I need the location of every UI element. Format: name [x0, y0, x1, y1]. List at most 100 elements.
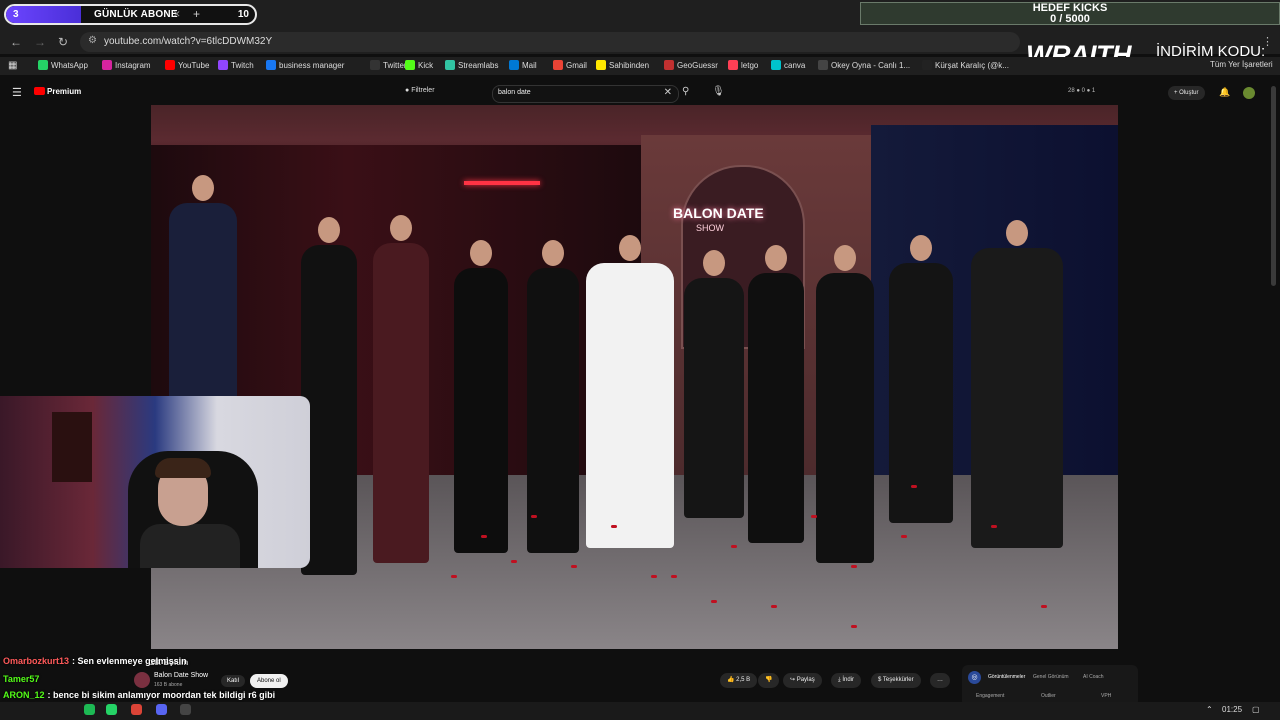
bookmarks-bar: ▦ WhatsApp Instagram YouTube Twitch business…: [0, 57, 1280, 75]
video-rose-petal: [901, 535, 907, 538]
settings-gear-icon[interactable]: [180, 704, 191, 715]
microphone-icon[interactable]: 🎙: [712, 86, 725, 97]
channel-avatar[interactable]: [134, 672, 150, 688]
more-actions-button[interactable]: …: [930, 673, 950, 688]
spotify-icon[interactable]: [84, 704, 95, 715]
video-rose-petal: [911, 485, 917, 488]
channel-name[interactable]: Balon Date Show: [154, 672, 208, 679]
account-avatar[interactable]: [1243, 87, 1255, 99]
video-person-head: [470, 240, 492, 266]
ext-col-outlier: Outlier: [1041, 693, 1056, 699]
bookmark-mail[interactable]: Mail: [509, 60, 537, 70]
bookmark-twitter[interactable]: Twitter: [370, 60, 407, 70]
chat-text: bence bi sikim anlamıyor moordan tek bil…: [53, 690, 276, 700]
search-icon[interactable]: ⚲: [682, 86, 689, 97]
youtube-premium-logo[interactable]: Premium: [34, 87, 81, 96]
like-button[interactable]: 👍 2,5 B: [720, 673, 758, 688]
bookmark-label: business manager: [279, 61, 345, 70]
chat-username[interactable]: Tamer57: [3, 674, 39, 684]
back-arrow-icon[interactable]: ←: [10, 35, 22, 49]
meta-icon: [266, 60, 276, 70]
bookmark-label: Kick: [418, 61, 434, 70]
bookmark-label: Sahibinden: [609, 61, 650, 70]
bookmark-label: letgo: [741, 61, 759, 70]
download-label: İndir: [842, 677, 854, 683]
video-person-body: [586, 263, 674, 548]
search-input[interactable]: balon date ✕: [492, 85, 679, 103]
bookmark-label: YouTube: [178, 61, 210, 70]
bookmark-youtube[interactable]: YouTube: [165, 60, 209, 70]
bookmark-letgo[interactable]: letgo: [728, 60, 758, 70]
thanks-button[interactable]: $ Teşekkürler: [871, 673, 921, 688]
bookmark-label: Twitch: [231, 61, 254, 70]
youtube-icon: [165, 60, 175, 70]
notifications-tray-icon[interactable]: ▢: [1252, 705, 1260, 714]
bookmark-gmail[interactable]: Gmail: [553, 60, 587, 70]
bookmark-label: Gmail: [566, 61, 587, 70]
tray-chevron-icon[interactable]: ⌃: [1206, 705, 1213, 714]
notifications-bell-icon[interactable]: 🔔: [1219, 87, 1230, 98]
bookmark-business-manager[interactable]: business manager: [266, 60, 344, 70]
channel-subscribers: 163 B abone: [154, 682, 183, 688]
ext-col-engagement: Engagement: [976, 693, 1005, 699]
bookmark-sahibinden[interactable]: Sahibinden: [596, 60, 649, 70]
video-person-head: [910, 235, 932, 261]
tab-close-icon[interactable]: ✕: [173, 9, 181, 20]
bookmark-twitch[interactable]: Twitch: [218, 60, 254, 70]
bookmark-geoguessr[interactable]: GeoGuessr: [664, 60, 718, 70]
bookmark-instagram[interactable]: Instagram: [102, 60, 151, 70]
video-person-head: [542, 240, 564, 266]
page-scrollbar[interactable]: [1271, 86, 1276, 286]
ext-tab-views[interactable]: Görüntülenmeler: [988, 674, 1025, 680]
ext-tab-ai-coach[interactable]: AI Coach: [1083, 674, 1104, 680]
apps-grid-icon[interactable]: ▦: [8, 60, 17, 71]
clear-search-icon[interactable]: ✕: [664, 87, 672, 98]
bookmark-k-r-at-karal-k[interactable]: Kürşat Karalıç (@k...: [922, 60, 1009, 70]
video-neon-sign-sub: SHOW: [696, 223, 724, 233]
discord-icon[interactable]: [156, 704, 167, 715]
create-button[interactable]: + Oluştur: [1168, 86, 1205, 100]
all-bookmarks-link[interactable]: Tüm Yer İşaretleri: [1210, 60, 1273, 69]
forward-arrow-icon[interactable]: →: [34, 35, 46, 49]
twitch-icon: [218, 60, 228, 70]
premium-label: Premium: [47, 87, 82, 96]
join-button[interactable]: Katıl: [221, 675, 246, 687]
dislike-button[interactable]: 👎: [758, 673, 780, 688]
video-person-body: [889, 263, 953, 523]
instagram-icon: [102, 60, 112, 70]
bookmark-streamlabs[interactable]: Streamlabs: [445, 60, 498, 70]
chat-username[interactable]: ARON_12: [3, 690, 45, 700]
video-person-body: [527, 268, 579, 553]
menu-hamburger-icon[interactable]: ☰: [12, 86, 22, 99]
video-rose-petal: [731, 545, 737, 548]
download-button[interactable]: ⤓ İndir: [831, 673, 861, 688]
chrome-icon[interactable]: [131, 704, 142, 715]
bookmark-canva[interactable]: canva: [771, 60, 805, 70]
daily-sub-goal-current: 3: [13, 9, 19, 20]
create-label: Oluştur: [1179, 90, 1199, 96]
canva-icon: [771, 60, 781, 70]
site-info-icon[interactable]: ⚙: [88, 35, 97, 46]
address-bar[interactable]: ⚙ youtube.com/watch?v=6tlcDDWM32Y: [80, 32, 1020, 52]
thanks-icon: $: [878, 677, 882, 683]
video-rose-petal: [611, 525, 617, 528]
new-tab-icon[interactable]: +: [193, 7, 200, 21]
chat-username[interactable]: Omarbozkurt13: [3, 656, 69, 666]
video-rose-petal: [481, 535, 487, 538]
video-rose-petal: [711, 600, 717, 603]
share-button[interactable]: ↪ Paylaş: [783, 673, 822, 688]
bookmark-label: Streamlabs: [458, 61, 499, 70]
ext-tab-overview[interactable]: Genel Görünüm: [1033, 674, 1069, 680]
subscribe-button[interactable]: Abone ol: [250, 674, 288, 688]
ext-col-vph: VPH: [1101, 693, 1112, 699]
video-rose-petal: [511, 560, 517, 563]
whatsapp-taskbar-icon[interactable]: [106, 704, 117, 715]
like-count: 2,5 B: [736, 677, 751, 683]
video-person-head: [1006, 220, 1028, 246]
filters-button[interactable]: ● Filtreler: [405, 87, 435, 94]
reload-icon[interactable]: ↻: [58, 35, 68, 49]
bookmark-kick[interactable]: Kick: [405, 60, 433, 70]
bookmark-whatsapp[interactable]: WhatsApp: [38, 60, 88, 70]
share-icon: ↪: [790, 677, 796, 683]
bookmark-okey-oyna-canl-1[interactable]: Okey Oyna - Canlı 1...: [818, 60, 910, 70]
